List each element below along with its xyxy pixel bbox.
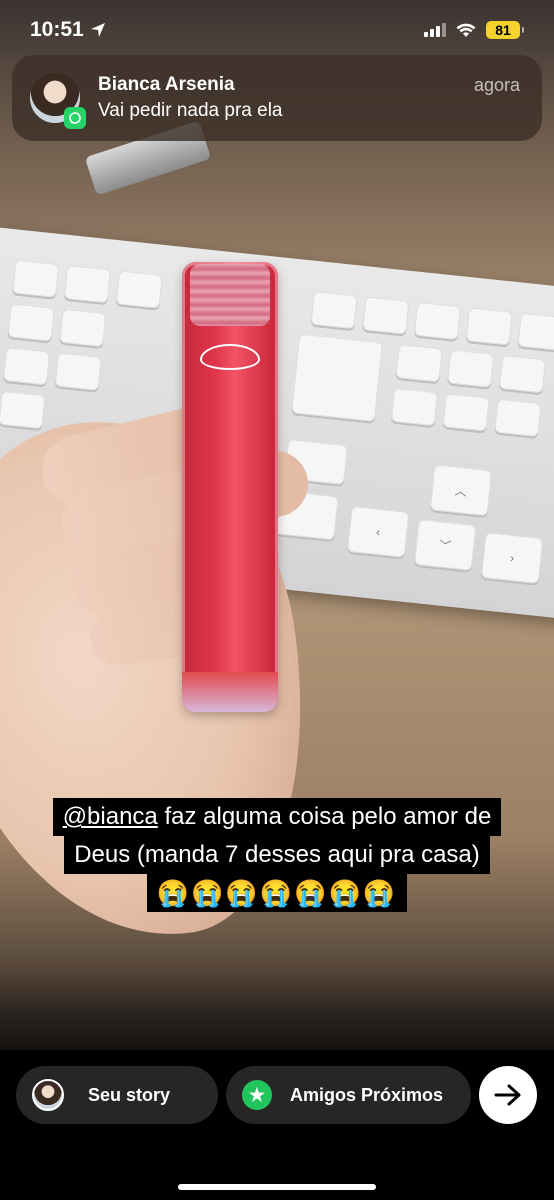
share-bar: Seu story ★ Amigos Próximos bbox=[0, 1050, 554, 1200]
lip-gloss-tube bbox=[182, 262, 278, 712]
notification-message: Vai pedir nada pra ela bbox=[98, 100, 283, 121]
battery-icon: 81 bbox=[486, 21, 524, 39]
caption-line-1: @bianca faz alguma coisa pelo amor de bbox=[52, 798, 502, 836]
notification-banner[interactable]: Bianca Arsenia Vai pedir nada pra ela ag… bbox=[12, 55, 542, 141]
star-icon: ★ bbox=[242, 1080, 272, 1110]
close-friends-button[interactable]: ★ Amigos Próximos bbox=[226, 1066, 471, 1124]
notification-sender: Bianca Arsenia bbox=[98, 74, 235, 95]
notification-time: agora bbox=[473, 75, 520, 95]
battery-level: 81 bbox=[495, 22, 511, 38]
arrow-right-icon bbox=[494, 1084, 521, 1106]
status-bar: 10:51 81 bbox=[0, 0, 554, 60]
sender-avatar bbox=[30, 73, 86, 129]
caption-emojis: 😭😭😭😭😭😭😭 bbox=[146, 874, 408, 912]
caption-line-2: Deus (manda 7 desses aqui pra casa) bbox=[64, 836, 490, 874]
cellular-signal-icon bbox=[424, 23, 446, 37]
your-story-label: Seu story bbox=[88, 1084, 171, 1105]
your-story-button[interactable]: Seu story bbox=[16, 1066, 218, 1124]
close-friends-label: Amigos Próximos bbox=[290, 1084, 444, 1105]
mention-link[interactable]: @bianca bbox=[63, 803, 158, 830]
status-time: 10:51 bbox=[30, 18, 84, 41]
home-indicator[interactable] bbox=[178, 1184, 376, 1190]
wifi-icon bbox=[456, 23, 476, 37]
story-caption: @bianca faz alguma coisa pelo amor de De… bbox=[0, 798, 554, 912]
lips-logo-icon bbox=[200, 344, 260, 370]
location-arrow-icon bbox=[90, 23, 105, 37]
user-avatar bbox=[32, 1079, 64, 1111]
whatsapp-icon bbox=[64, 107, 86, 129]
next-button[interactable] bbox=[479, 1066, 537, 1124]
tube-thread bbox=[190, 264, 270, 326]
